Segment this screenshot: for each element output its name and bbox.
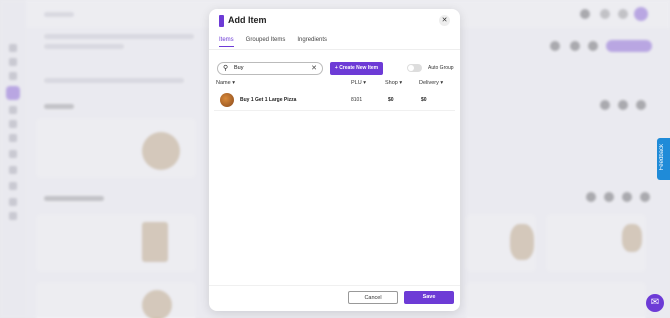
close-button[interactable]: ✕: [439, 15, 450, 26]
column-header-name[interactable]: Name ▾: [216, 80, 235, 86]
pizza-thumbnail: [220, 93, 234, 107]
clear-icon[interactable]: ✕: [311, 64, 317, 72]
search-icon: ⚲: [223, 65, 229, 72]
footer-divider: [209, 285, 460, 286]
close-icon: ✕: [441, 17, 448, 24]
tab-ingredients[interactable]: Ingredients: [297, 37, 327, 47]
chat-icon: ✉: [650, 297, 660, 308]
column-header-plu[interactable]: PLU ▾: [351, 80, 366, 86]
item-delivery-price: $0: [421, 97, 427, 103]
column-header-delivery[interactable]: Delivery ▾: [419, 80, 443, 86]
feedback-tab[interactable]: Feedback: [657, 138, 670, 180]
item-plu: 8101: [351, 97, 363, 103]
chat-button[interactable]: ✉: [646, 294, 664, 312]
column-header-shop[interactable]: Shop ▾: [385, 80, 402, 86]
search-input[interactable]: ⚲ Buy ✕: [217, 62, 323, 75]
cancel-button[interactable]: Cancel: [348, 291, 398, 304]
title-accent: [219, 15, 224, 27]
modal-tabs: Items Grouped Items Ingredients: [219, 37, 327, 47]
auto-group-label: Auto Group: [428, 65, 454, 71]
auto-group-toggle[interactable]: [407, 64, 422, 72]
tab-grouped-items[interactable]: Grouped Items: [246, 37, 286, 47]
create-new-item-button[interactable]: + Create New Item: [330, 62, 383, 75]
search-value: Buy: [234, 65, 244, 71]
save-button[interactable]: Save: [404, 291, 454, 304]
item-name: Buy 1 Get 1 Large Pizza: [240, 97, 297, 103]
tabs-divider: [209, 49, 460, 50]
tab-items[interactable]: Items: [219, 37, 234, 47]
feedback-label: Feedback: [659, 144, 665, 171]
item-shop-price: $0: [388, 97, 394, 103]
add-item-modal: Add Item ✕ Items Grouped Items Ingredien…: [209, 9, 460, 311]
modal-title: Add Item: [228, 15, 267, 25]
table-row[interactable]: Buy 1 Get 1 Large Pizza 8101 $0 $0: [214, 89, 455, 111]
